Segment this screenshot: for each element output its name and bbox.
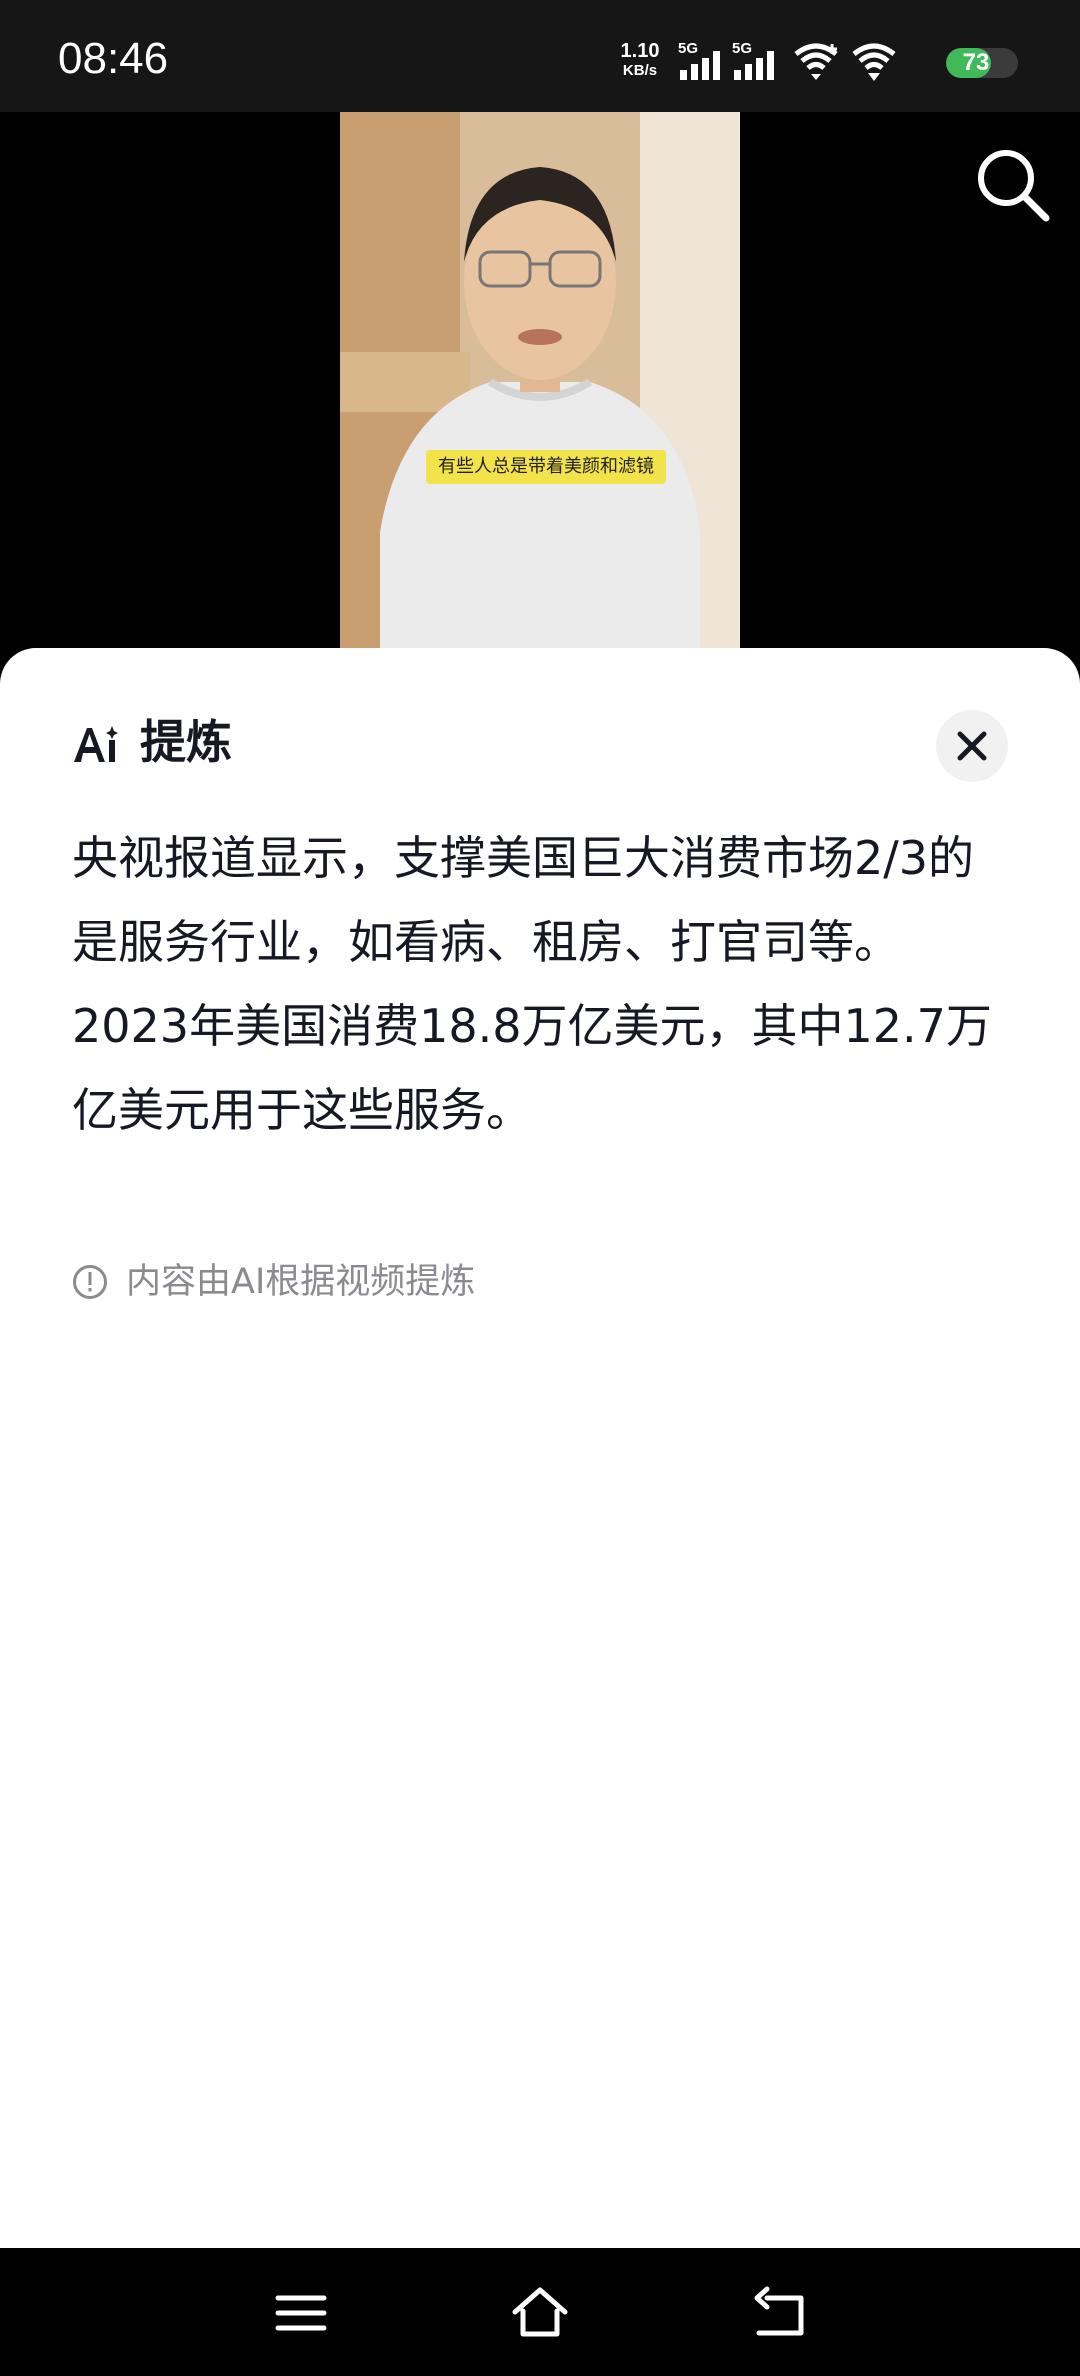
battery-icon: 73 — [946, 48, 1018, 78]
video-thumbnail — [340, 112, 740, 662]
home-icon[interactable] — [505, 2278, 575, 2348]
back-button[interactable] — [745, 2278, 815, 2348]
disclaimer-text: 内容由AI根据视频提炼 — [126, 1262, 476, 1302]
video-frame[interactable]: 有些人总是带着美颜和滤镜 — [340, 112, 740, 662]
wifi-icon — [852, 43, 896, 81]
wifi-icon — [794, 43, 838, 80]
signal-icon: 5G — [678, 38, 724, 86]
info-icon — [73, 1265, 107, 1299]
battery-level: 73 — [962, 49, 990, 76]
sheet-title: 提炼 — [140, 715, 232, 769]
signal-icon: 5G — [732, 38, 778, 86]
close-icon[interactable] — [956, 730, 988, 762]
menu-icon[interactable] — [266, 2278, 336, 2348]
video-player[interactable]: 有些人总是带着美颜和滤镜 — [0, 112, 1080, 662]
back-icon[interactable] — [745, 2278, 815, 2348]
status-time: 08:46 — [58, 34, 169, 83]
summary-text: 央视报道显示，支撑美国巨大消费市场2/3的是服务行业，如看病、租房、打官司等。2… — [72, 831, 992, 1137]
network-speed-value: 1.10 — [620, 40, 660, 62]
home-button[interactable] — [505, 2278, 575, 2348]
menu-button[interactable] — [266, 2278, 336, 2348]
status-bar: 08:46 1.10 KB/s 5G 5G 73 — [0, 0, 1080, 112]
search-icon[interactable] — [970, 142, 1056, 228]
ai-icon — [74, 726, 118, 762]
network-speed-unit: KB/s — [622, 62, 658, 79]
search-button[interactable] — [970, 142, 1056, 228]
network-speed: 1.10 KB/s — [610, 40, 670, 80]
close-button[interactable] — [936, 710, 1008, 782]
navigation-bar — [0, 2248, 1080, 2376]
video-subtitle: 有些人总是带着美颜和滤镜 — [426, 450, 666, 484]
ai-summary-sheet: 提炼 央视报道显示，支撑美国巨大消费市场2/3的是服务行业，如看病、租房、打官司… — [0, 648, 1080, 2248]
